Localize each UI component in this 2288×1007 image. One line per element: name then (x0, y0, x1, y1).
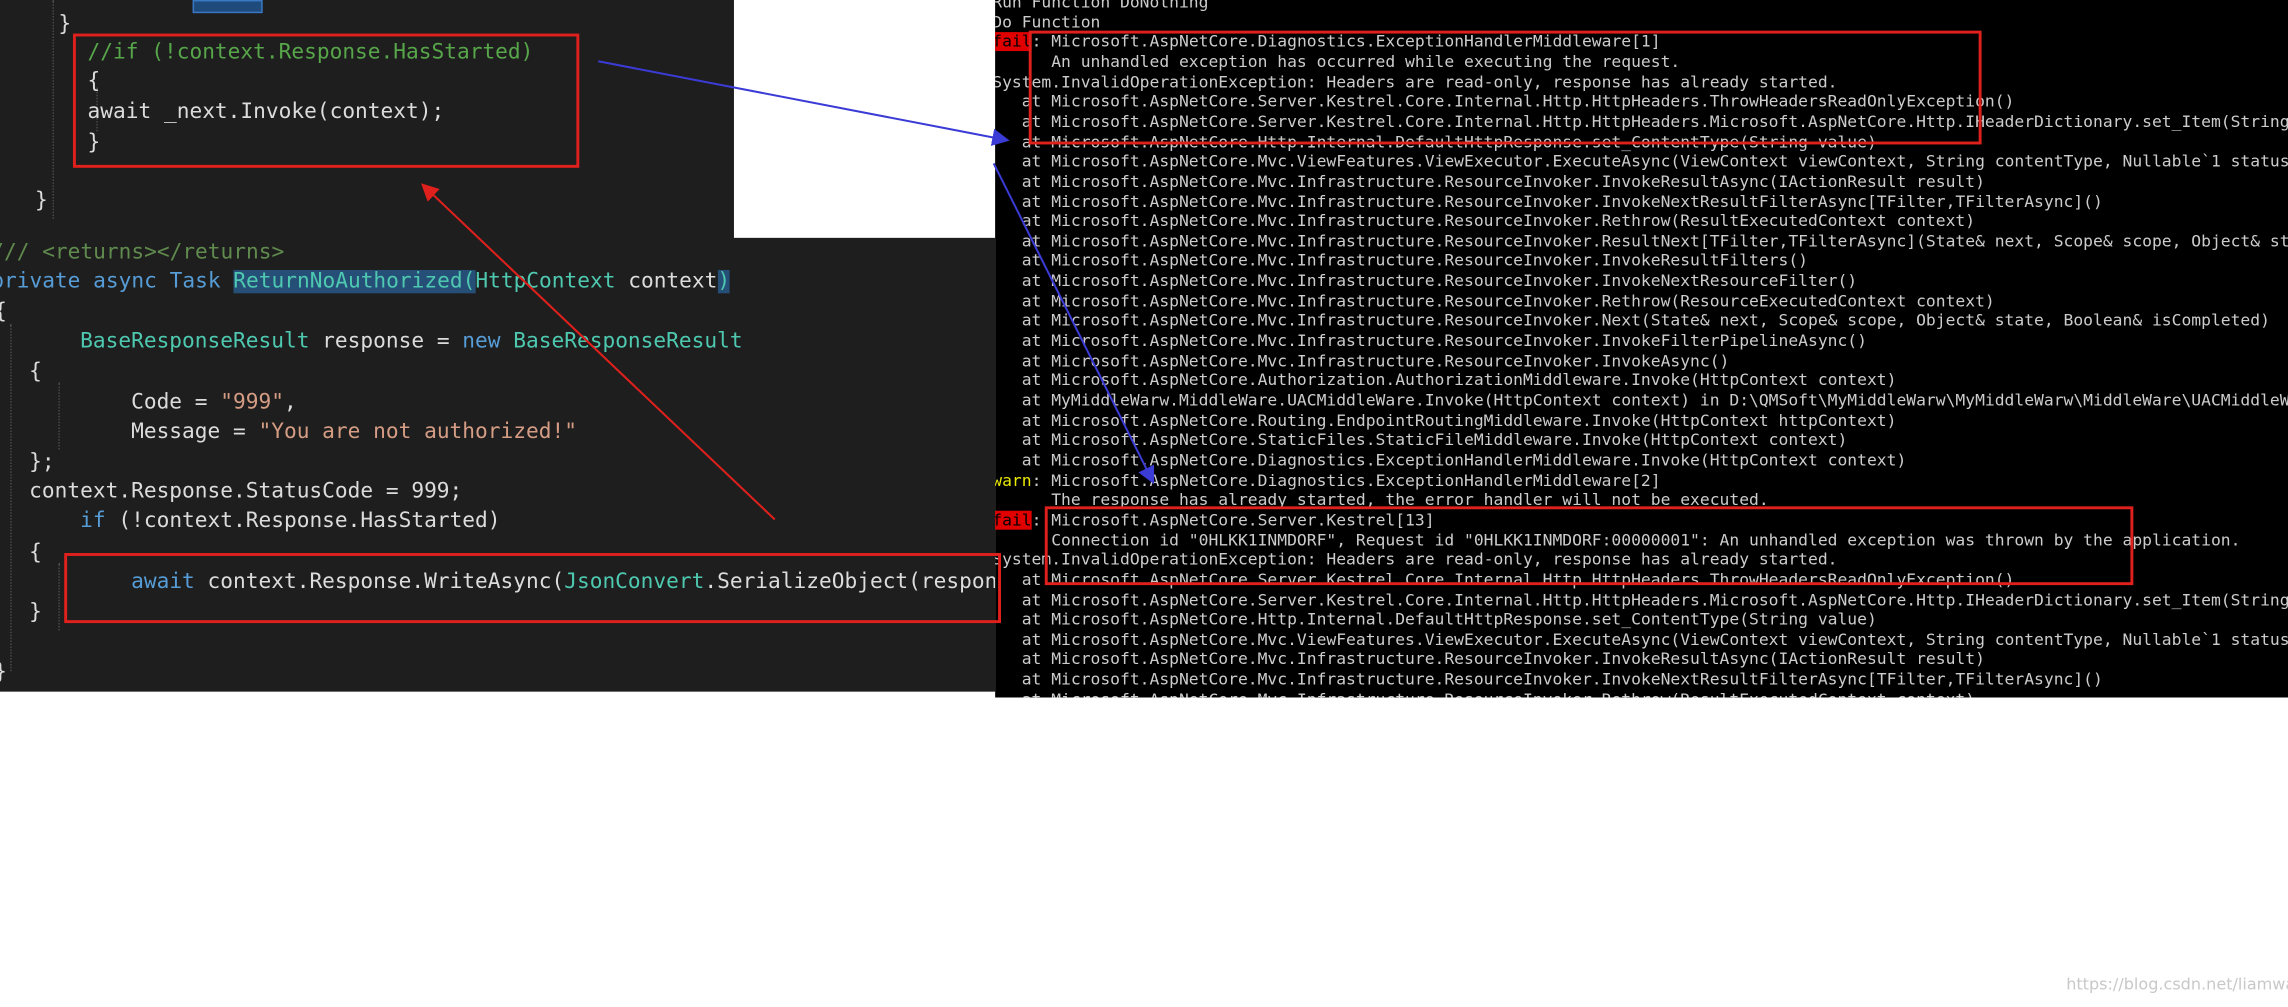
screenshot-composite: }//if (!context.Response.HasStarted){awa… (0, 0, 2288, 1007)
blue-arrow-top (598, 60, 1010, 146)
red-arrow (421, 183, 776, 521)
annotation-arrows (421, 60, 1155, 521)
blue-arrow-down (992, 162, 1155, 485)
watermark: https://blog.csdn.net/liamwang (2066, 974, 2288, 994)
